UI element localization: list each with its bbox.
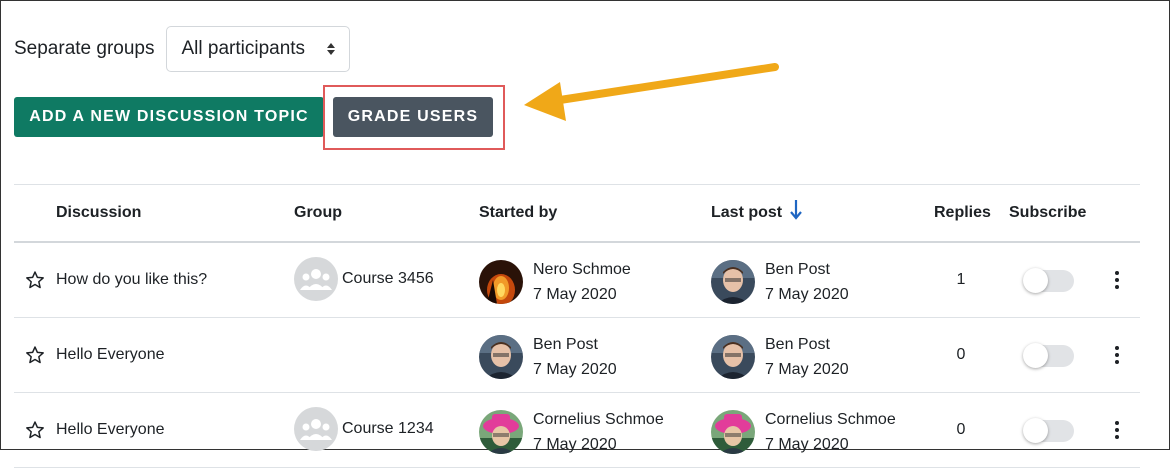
group-name: Course 3456 xyxy=(342,270,434,287)
group-icon xyxy=(294,407,338,451)
post-date[interactable]: 7 May 2020 xyxy=(765,282,849,307)
star-icon[interactable] xyxy=(25,345,45,370)
subscribe-toggle[interactable] xyxy=(1023,418,1074,443)
post-date[interactable]: 7 May 2020 xyxy=(765,357,849,382)
group-icon xyxy=(294,257,338,301)
user-name[interactable]: Nero Schmoe xyxy=(533,257,631,282)
subscribe-toggle[interactable] xyxy=(1023,343,1074,368)
discussion-title[interactable]: How do you like this? xyxy=(56,271,207,289)
avatar xyxy=(711,260,755,304)
user-name[interactable]: Cornelius Schmoe xyxy=(533,407,664,432)
replies-count: 0 xyxy=(956,421,966,438)
group-cell: Course 1234 xyxy=(294,407,434,451)
post-date[interactable]: 7 May 2020 xyxy=(765,432,896,457)
header-replies[interactable]: Replies xyxy=(934,204,991,222)
user-name[interactable]: Cornelius Schmoe xyxy=(765,407,896,432)
table-header: Discussion Group Started by Last post Re… xyxy=(14,184,1140,243)
post-date: 7 May 2020 xyxy=(533,286,617,303)
group-name: Course 1234 xyxy=(342,420,434,437)
group-filter-label: Separate groups xyxy=(14,38,155,59)
header-discussion[interactable]: Discussion xyxy=(56,204,141,222)
arrow-down-icon[interactable] xyxy=(790,199,802,226)
started-by-cell: Ben Post 7 May 2020 xyxy=(479,332,617,382)
avatar xyxy=(479,260,523,304)
discussion-title[interactable]: Hello Everyone xyxy=(56,421,165,439)
replies-count: 0 xyxy=(956,346,966,363)
user-name[interactable]: Ben Post xyxy=(765,257,849,282)
star-icon[interactable] xyxy=(25,270,45,295)
avatar xyxy=(711,335,755,379)
table-row: Hello Everyone Course 1234 Cornelius Sch… xyxy=(14,393,1140,468)
group-filter: Separate groups All participants xyxy=(14,26,350,72)
more-actions-icon[interactable] xyxy=(1115,346,1119,364)
avatar xyxy=(479,335,523,379)
header-started-by[interactable]: Started by xyxy=(479,204,557,222)
grade-users-button[interactable]: GRADE USERS xyxy=(333,97,493,137)
started-by-cell: Nero Schmoe 7 May 2020 xyxy=(479,257,631,307)
discussion-table: Discussion Group Started by Last post Re… xyxy=(14,184,1140,468)
post-date: 7 May 2020 xyxy=(533,436,617,453)
sort-arrows-icon xyxy=(326,43,335,55)
avatar xyxy=(711,410,755,454)
table-row: How do you like this? Course 3456 Nero S… xyxy=(14,243,1140,318)
more-actions-icon[interactable] xyxy=(1115,271,1119,289)
group-select[interactable]: All participants xyxy=(165,26,350,72)
subscribe-toggle[interactable] xyxy=(1023,268,1074,293)
more-actions-icon[interactable] xyxy=(1115,421,1119,439)
table-row: Hello Everyone Ben Post 7 May 2020 Ben P… xyxy=(14,318,1140,393)
header-last-post[interactable]: Last post xyxy=(711,204,782,222)
avatar xyxy=(479,410,523,454)
user-name[interactable]: Ben Post xyxy=(765,332,849,357)
star-icon[interactable] xyxy=(25,420,45,445)
user-name[interactable]: Ben Post xyxy=(533,332,617,357)
discussion-title[interactable]: Hello Everyone xyxy=(56,346,165,364)
header-group[interactable]: Group xyxy=(294,204,342,222)
post-date: 7 May 2020 xyxy=(533,361,617,378)
add-discussion-topic-button[interactable]: ADD A NEW DISCUSSION TOPIC xyxy=(14,97,324,137)
header-subscribe: Subscribe xyxy=(1009,204,1087,221)
group-select-value: All participants xyxy=(181,38,306,59)
last-post-cell: Ben Post 7 May 2020 xyxy=(711,257,849,307)
group-cell: Course 3456 xyxy=(294,257,434,301)
last-post-cell: Ben Post 7 May 2020 xyxy=(711,332,849,382)
replies-count: 1 xyxy=(956,271,966,288)
annotation-arrow-icon xyxy=(524,63,779,121)
